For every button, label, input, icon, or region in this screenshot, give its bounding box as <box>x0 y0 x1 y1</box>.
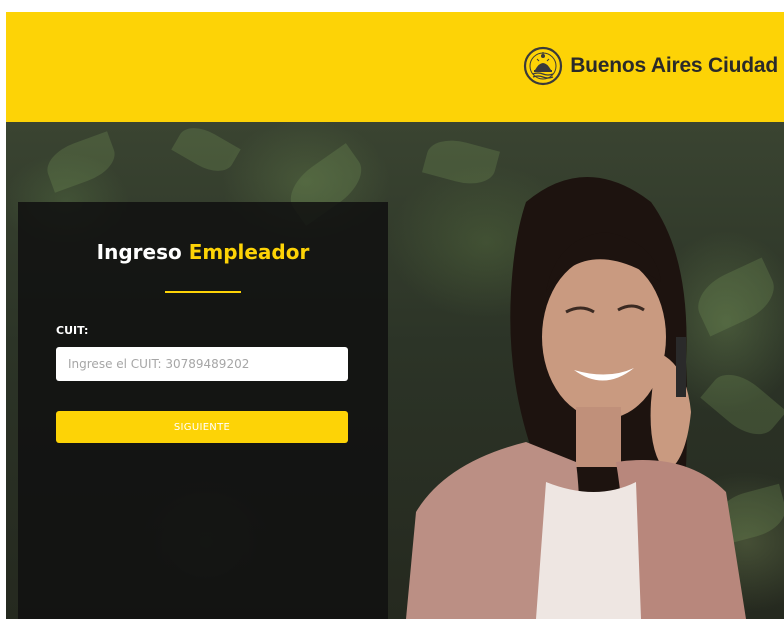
page: Buenos Aires Ciudad Ingreso Empleador CU… <box>6 12 784 619</box>
login-title: Ingreso Empleador <box>18 240 388 264</box>
foliage-decoration <box>41 131 121 193</box>
city-seal-icon <box>524 46 563 86</box>
brand[interactable]: Buenos Aires Ciudad <box>523 44 778 88</box>
login-title-main: Ingreso <box>96 240 182 264</box>
foliage-decoration <box>171 119 241 180</box>
siguiente-button[interactable]: SIGUIENTE <box>56 411 348 443</box>
cuit-label: CUIT: <box>56 324 89 337</box>
top-header: Buenos Aires Ciudad <box>6 12 784 122</box>
hero-background: Ingreso Empleador CUIT: SIGUIENTE <box>6 119 784 619</box>
login-panel: Ingreso Empleador CUIT: SIGUIENTE <box>18 202 388 619</box>
woman-on-phone-photo <box>406 177 746 619</box>
title-divider <box>165 291 241 293</box>
login-title-accent: Empleador <box>188 240 310 264</box>
cuit-input[interactable] <box>56 347 348 381</box>
brand-name: Buenos Aires Ciudad <box>570 54 778 77</box>
